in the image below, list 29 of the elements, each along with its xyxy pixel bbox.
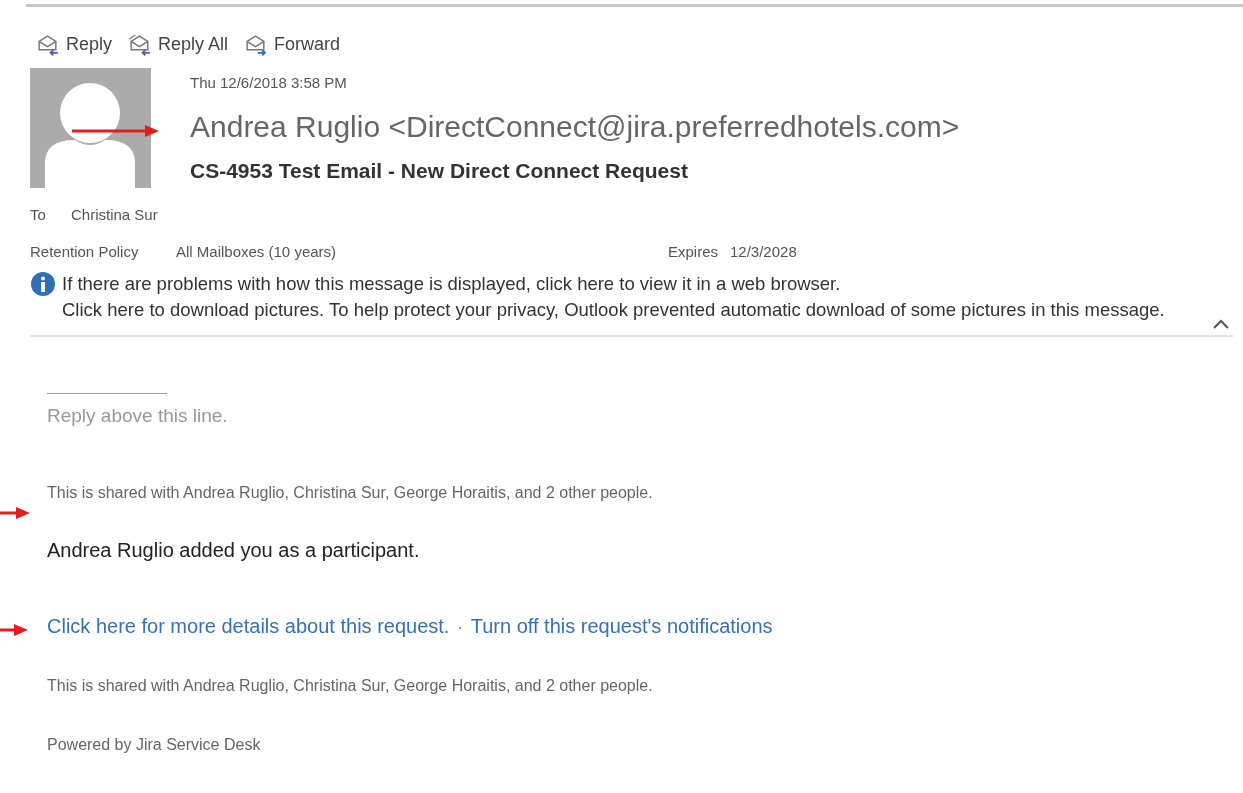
- annotation-arrow: [0, 623, 28, 637]
- reply-hint: Reply above this line.: [47, 404, 229, 428]
- forward-button[interactable]: Forward: [244, 31, 341, 58]
- collapse-chevron-icon[interactable]: [1213, 319, 1229, 329]
- envelopes-arrow-icon: [128, 32, 153, 57]
- subject-line: CS-4953 Test Email - New Direct Connect Request: [190, 157, 689, 184]
- info-message: Click here to download pictures. To help protect your privacy, Outlook prevented automatic download of some pictures in this message.: [62, 298, 1166, 322]
- expires-label: Expires: [668, 241, 720, 262]
- annotation-arrow: [0, 506, 30, 520]
- sharing-note: This is shared with Andrea Ruglio, Christina Sur, George Horaitis, and 2 other people.: [47, 482, 654, 503]
- retention-label: Retention Policy: [30, 241, 140, 262]
- info-icon: [30, 271, 56, 297]
- retention-value: All Mailboxes (10 years): [176, 241, 338, 262]
- footer-text: Powered by Jira Service Desk: [47, 734, 262, 755]
- reply-button[interactable]: Reply: [36, 31, 113, 58]
- to-label: To: [30, 205, 47, 225]
- reply-all-button[interactable]: Reply All: [128, 31, 229, 58]
- participant-message: Andrea Ruglio added you as a participant.: [47, 537, 421, 563]
- link-separator: ·: [457, 617, 463, 638]
- expires-date: 12/3/2028: [730, 241, 797, 262]
- sent-date: Thu 12/6/2018 3:58 PM: [190, 73, 348, 93]
- details-link[interactable]: Click here for more details about this request.: [47, 610, 450, 641]
- notifications-link[interactable]: Turn off this request's notifications: [470, 610, 773, 641]
- envelope-arrow-icon: [36, 32, 60, 57]
- sharing-note: This is shared with Andrea Ruglio, Christina Sur, George Horaitis, and 2 other people.: [47, 675, 654, 696]
- info-message: If there are problems with how this message is displayed, click here to view it in a web browser.: [62, 272, 842, 296]
- sender-name: Andrea Ruglio <DirectConnect@jira.preferredhotels.com>: [190, 108, 960, 145]
- envelope-arrow-icon: [244, 32, 269, 57]
- recipient-name: Christina Sur: [71, 205, 158, 225]
